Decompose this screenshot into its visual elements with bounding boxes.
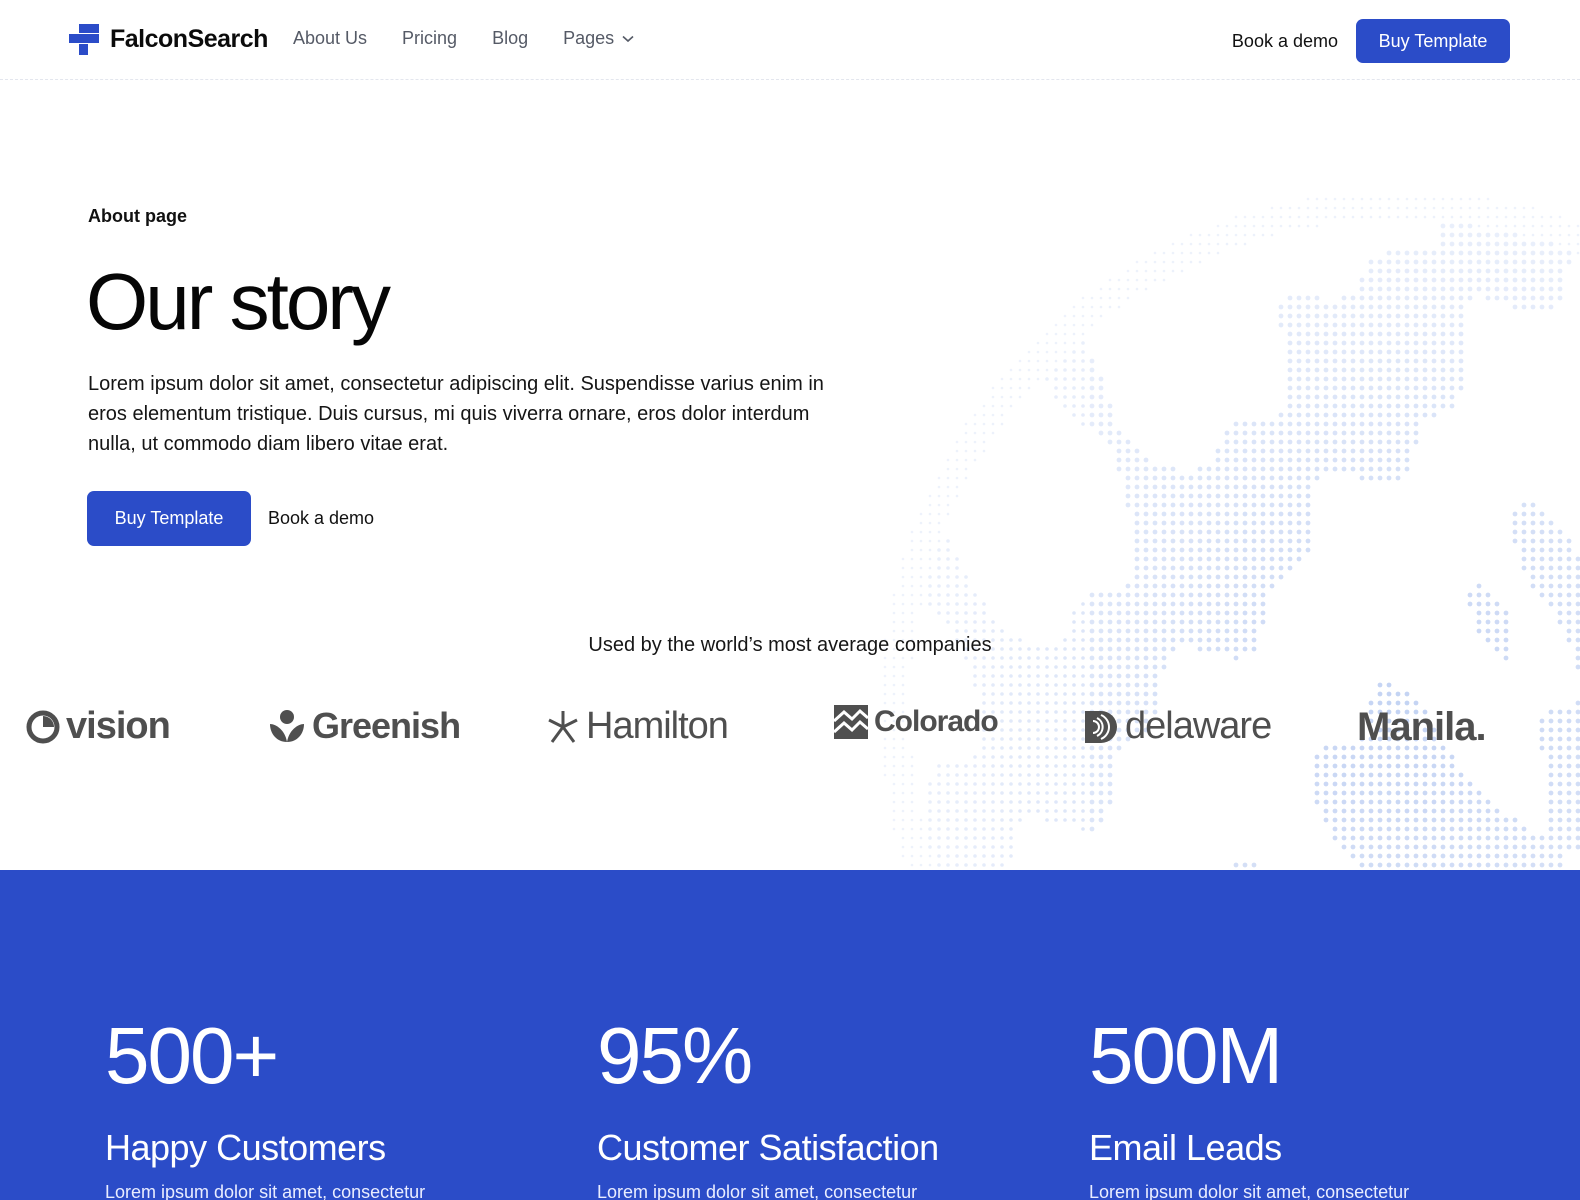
page-eyebrow: About page — [88, 206, 187, 226]
nav-buy-template-button[interactable]: Buy Template — [1356, 19, 1510, 63]
stat-label: Email Leads — [1089, 1127, 1282, 1168]
stats-section: 500+ Happy Customers Lorem ipsum dolor s… — [0, 870, 1580, 1200]
logo-vision: vision — [26, 705, 171, 748]
logo-greenish: Greenish — [268, 705, 461, 747]
brand-name: FalconSearch — [110, 25, 268, 53]
nav-link-about-us[interactable]: About Us — [293, 28, 367, 49]
colorado-mountain-icon — [834, 705, 868, 739]
stat-value: 95% — [597, 1011, 753, 1100]
hamilton-asterisk-icon — [548, 710, 578, 743]
company-logos: vision Greenish Hamilton Colorado delawa… — [0, 705, 1580, 765]
nav-links: About Us Pricing Blog Pages — [293, 28, 634, 49]
stat-value: 500M — [1089, 1011, 1283, 1100]
page-title: Our story — [86, 257, 391, 346]
stat-description: Lorem ipsum dolor sit amet, consectetur — [597, 1182, 918, 1200]
stat-label: Customer Satisfaction — [597, 1127, 939, 1168]
logo-delaware: delaware — [1083, 705, 1272, 748]
nav-dropdown-pages[interactable]: Pages — [563, 28, 634, 49]
nav-link-blog[interactable]: Blog — [492, 28, 528, 49]
nav-actions: Book a demo Buy Template — [1232, 19, 1510, 63]
logo-vision-text: vision — [66, 705, 171, 747]
greenish-logo-icon — [270, 710, 304, 742]
logo-colorado: Colorado — [834, 705, 999, 739]
nav-book-demo-link[interactable]: Book a demo — [1232, 31, 1338, 52]
companies-heading: Used by the world’s most average compani… — [588, 634, 992, 656]
delaware-d-icon — [1085, 710, 1117, 743]
hero-buy-template-button[interactable]: Buy Template — [87, 491, 251, 546]
logo-colorado-text: Colorado — [874, 705, 999, 738]
top-navigation: FalconSearch About Us Pricing Blog Pages… — [0, 0, 1580, 80]
stat-label: Happy Customers — [105, 1127, 386, 1168]
hero-description: Lorem ipsum dolor sit amet, consectetur … — [88, 373, 824, 455]
stat-description: Lorem ipsum dolor sit amet, consectetur — [105, 1182, 426, 1200]
logo-hamilton-text: Hamilton — [586, 705, 729, 747]
logo-manila: Manila. — [1357, 705, 1487, 750]
falcon-logo-icon — [69, 24, 99, 55]
logo-greenish-text: Greenish — [312, 705, 461, 746]
nav-link-pricing[interactable]: Pricing — [402, 28, 457, 49]
chevron-down-icon — [622, 35, 634, 42]
logo-manila-text: Manila. — [1357, 705, 1487, 749]
stat-description: Lorem ipsum dolor sit amet, consectetur — [1089, 1182, 1410, 1200]
logo-delaware-text: delaware — [1125, 705, 1272, 747]
nav-link-pages-label: Pages — [563, 28, 615, 48]
brand-logo-link[interactable]: FalconSearch — [69, 24, 268, 55]
dotted-globe-illustration — [883, 197, 1580, 868]
stat-value: 500+ — [105, 1011, 279, 1100]
logo-hamilton: Hamilton — [546, 705, 729, 748]
hero-book-demo-link[interactable]: Book a demo — [268, 508, 374, 529]
vision-logo-icon — [26, 710, 60, 743]
